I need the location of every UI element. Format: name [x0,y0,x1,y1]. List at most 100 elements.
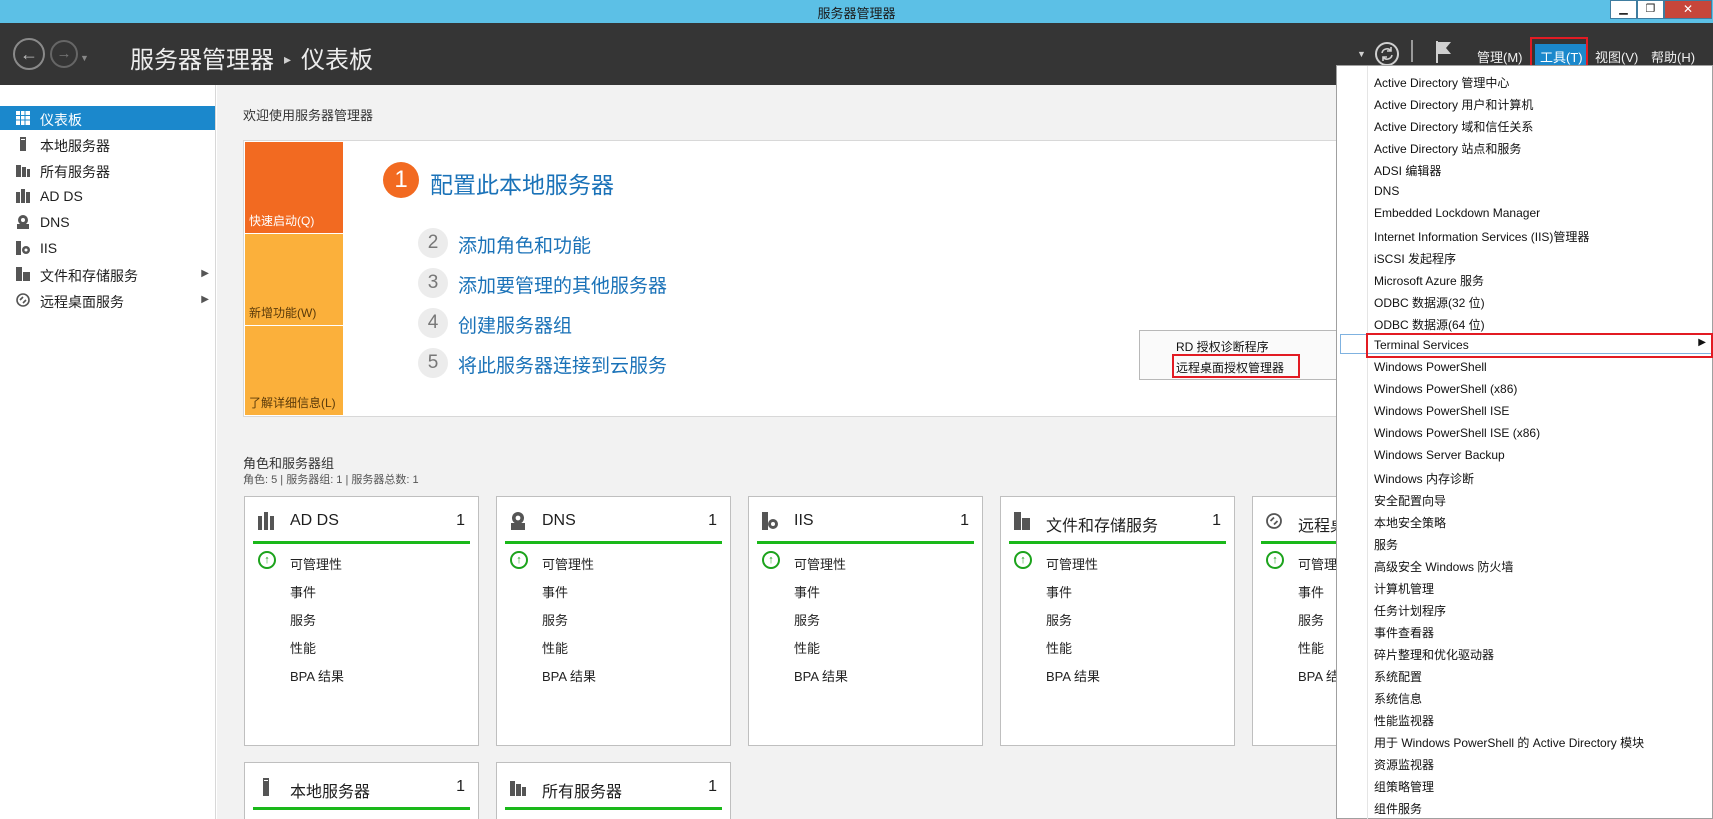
submenu-item-rd-licensing-diagnoser[interactable]: RD 授权诊断程序 [1176,338,1269,355]
menu-view[interactable]: 视图(V) [1595,47,1638,66]
tools-item-odbc-64[interactable]: ODBC 数据源(64 位) [1374,316,1485,333]
card-row-performance[interactable]: 性能 [542,638,568,657]
tools-item-iscsi[interactable]: iSCSI 发起程序 [1374,250,1456,267]
menu-help[interactable]: 帮助(H) [1651,47,1695,66]
tools-item-performance-monitor[interactable]: 性能监视器 [1374,712,1434,729]
card-row-manageability[interactable]: 可管理性 [290,554,342,573]
tools-item-ad-admin-center[interactable]: Active Directory 管理中心 [1374,74,1509,91]
card-row-services[interactable]: 服务 [290,610,316,629]
card-row-performance[interactable]: 性能 [290,638,316,657]
tools-item-group-policy[interactable]: 组策略管理 [1374,778,1434,795]
sidebar-item-iis[interactable]: IIS [0,236,215,260]
dns-icon [511,512,525,530]
card-row-events[interactable]: 事件 [1298,582,1324,601]
card-row-manageability[interactable]: 可管理性 [794,554,846,573]
card-row-services[interactable]: 服务 [1046,610,1072,629]
tools-item-defrag[interactable]: 碎片整理和优化驱动器 [1374,646,1494,663]
tools-item-ad-domains-trusts[interactable]: Active Directory 域和信任关系 [1374,118,1533,135]
status-bar [757,541,974,544]
step-link-add-servers[interactable]: 添加要管理的其他服务器 [458,271,667,298]
card-count: 1 [456,512,465,529]
minimize-button[interactable]: ▁ [1610,0,1637,19]
sidebar-item-local-server[interactable]: 本地服务器 [0,132,215,156]
sidebar-item-all-servers[interactable]: 所有服务器 [0,158,215,182]
tools-item-task-scheduler[interactable]: 任务计划程序 [1374,602,1446,619]
tools-item-ad-sites-services[interactable]: Active Directory 站点和服务 [1374,140,1521,157]
back-button[interactable]: ← [13,38,45,70]
history-dropdown-icon[interactable]: ▼ [80,53,89,63]
card-row-events[interactable]: 事件 [794,582,820,601]
tools-item-powershell-ise[interactable]: Windows PowerShell ISE [1374,404,1509,418]
tools-item-ad-powershell-module[interactable]: 用于 Windows PowerShell 的 Active Directory… [1374,734,1644,751]
card-row-bpa[interactable]: BPA 结果 [290,666,344,685]
tools-item-services[interactable]: 服务 [1374,536,1398,553]
card-count: 1 [960,512,969,529]
card-row-events[interactable]: 事件 [1046,582,1072,601]
card-row-manageability[interactable]: 可管理性 [542,554,594,573]
tools-item-iis-manager[interactable]: Internet Information Services (IIS)管理器 [1374,228,1589,245]
step-link-configure[interactable]: 配置此本地服务器 [430,166,614,200]
card-row-manageability[interactable]: 可管理性 [1046,554,1098,573]
card-row-performance[interactable]: 性能 [794,638,820,657]
card-row-manageability[interactable]: 可管理 [1298,554,1337,573]
tools-item-system-config[interactable]: 系统配置 [1374,668,1422,685]
card-row-bpa[interactable]: BPA 结果 [794,666,848,685]
tools-item-powershell-x86[interactable]: Windows PowerShell (x86) [1374,382,1517,396]
card-row-bpa[interactable]: BPA 结果 [542,666,596,685]
card-row-performance[interactable]: 性能 [1046,638,1072,657]
tools-item-event-viewer[interactable]: 事件查看器 [1374,624,1434,641]
step-link-create-group[interactable]: 创建服务器组 [458,311,572,338]
tools-item-system-info[interactable]: 系统信息 [1374,690,1422,707]
restore-button[interactable]: ❐ [1637,0,1664,19]
tile-whats-new[interactable]: 新增功能(W) [245,234,343,325]
card-row-services[interactable]: 服务 [794,610,820,629]
notifications-flag-icon[interactable] [1434,39,1454,65]
role-card-all-servers[interactable]: 所有服务器 1 [496,762,731,819]
tools-item-local-security-policy[interactable]: 本地安全策略 [1374,514,1446,531]
close-button[interactable]: ✕ [1664,0,1712,19]
role-card-file-storage[interactable]: 文件和存储服务 1 ↑ 可管理性 事件 服务 性能 BPA 结果 [1000,496,1235,746]
tools-item-adsi-edit[interactable]: ADSI 编辑器 [1374,162,1441,179]
tools-item-powershell-ise-x86[interactable]: Windows PowerShell ISE (x86) [1374,426,1540,440]
card-row-services[interactable]: 服务 [1298,610,1324,629]
menu-manage[interactable]: 管理(M) [1477,47,1523,66]
tile-learn-more[interactable]: 了解详细信息(L) [245,326,343,415]
role-card-dns[interactable]: DNS 1 ↑ 可管理性 事件 服务 性能 BPA 结果 [496,496,731,746]
tools-item-computer-management[interactable]: 计算机管理 [1374,580,1434,597]
step-link-add-roles[interactable]: 添加角色和功能 [458,231,591,258]
sidebar-item-dns[interactable]: DNS [0,210,215,234]
tools-item-resource-monitor[interactable]: 资源监视器 [1374,756,1434,773]
tools-item-component-services[interactable]: 组件服务 [1374,800,1422,817]
sidebar-item-remote-desktop[interactable]: 远程桌面服务 ▶ [0,288,215,312]
tools-item-ad-users-computers[interactable]: Active Directory 用户和计算机 [1374,96,1533,113]
sidebar-item-file-storage[interactable]: 文件和存储服务 ▶ [0,262,215,286]
card-row-bpa[interactable]: BPA 结果 [1046,666,1100,685]
tools-item-firewall[interactable]: 高级安全 Windows 防火墙 [1374,558,1513,575]
tools-item-server-backup[interactable]: Windows Server Backup [1374,448,1505,462]
forward-button[interactable]: → [50,40,78,68]
tile-quick-start[interactable]: 快速启动(Q) [245,142,343,233]
role-card-remote-desktop[interactable]: 远程桌 ↑ 可管理 事件 服务 性能 BPA 结 [1252,496,1346,746]
tools-item-embedded-lockdown[interactable]: Embedded Lockdown Manager [1374,206,1540,220]
sidebar-item-adds[interactable]: AD DS [0,184,215,208]
card-row-events[interactable]: 事件 [542,582,568,601]
role-card-adds[interactable]: AD DS 1 ↑ 可管理性 事件 服务 性能 BPA 结果 [244,496,479,746]
tools-item-odbc-32[interactable]: ODBC 数据源(32 位) [1374,294,1485,311]
tools-item-dns[interactable]: DNS [1374,184,1399,198]
tools-item-azure[interactable]: Microsoft Azure 服务 [1374,272,1484,289]
card-row-services[interactable]: 服务 [542,610,568,629]
tools-item-memory-diagnostic[interactable]: Windows 内存诊断 [1374,470,1474,487]
step-link-cloud[interactable]: 将此服务器连接到云服务 [458,351,667,378]
refresh-dropdown-icon[interactable]: ▼ [1357,49,1366,59]
refresh-icon[interactable] [1374,41,1400,67]
tools-item-powershell[interactable]: Windows PowerShell [1374,360,1487,374]
card-row-bpa[interactable]: BPA 结 [1298,666,1339,685]
sidebar-item-dashboard[interactable]: 仪表板 [0,106,215,130]
card-row-performance[interactable]: 性能 [1298,638,1324,657]
breadcrumb-app[interactable]: 服务器管理器 [130,47,274,74]
card-row-events[interactable]: 事件 [290,582,316,601]
tools-item-security-wizard[interactable]: 安全配置向导 [1374,492,1446,509]
role-card-iis[interactable]: IIS 1 ↑ 可管理性 事件 服务 性能 BPA 结果 [748,496,983,746]
servers-icon [16,165,30,177]
role-card-local-server[interactable]: 本地服务器 1 [244,762,479,819]
